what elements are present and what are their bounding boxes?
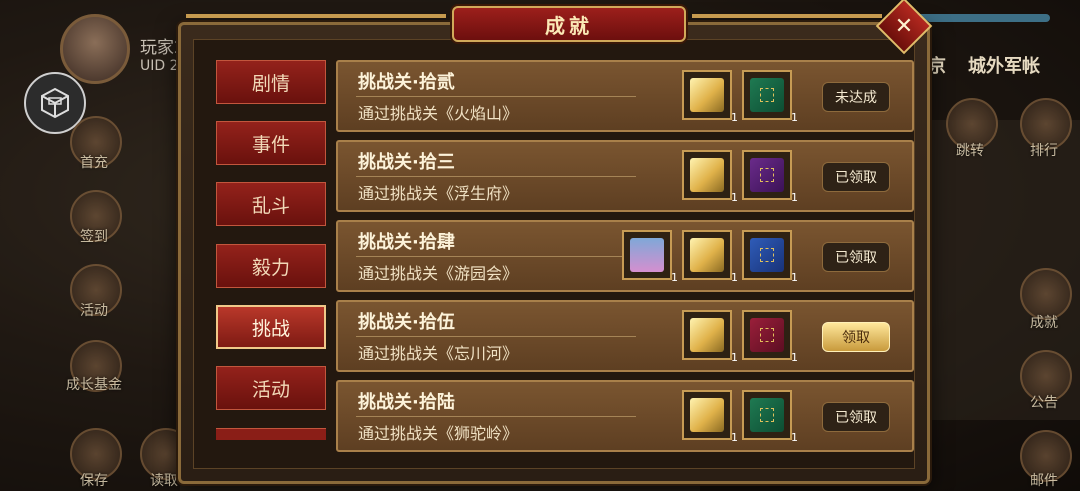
blue-book-icon[interactable]: 1 xyxy=(742,230,798,284)
top-tab-capital[interactable]: 京 xyxy=(928,52,946,78)
achievement-name: 挑战关·拾肆 xyxy=(358,232,455,253)
jump-label: 跳转 xyxy=(956,143,984,159)
reward-image xyxy=(750,238,784,272)
reward-image xyxy=(750,318,784,352)
reward-image xyxy=(630,238,664,272)
book-decoration xyxy=(760,88,774,102)
gold-ticket-icon[interactable]: 1 xyxy=(682,390,738,444)
achievement-name: 挑战关·拾三 xyxy=(358,152,455,173)
activity-label: 活动 xyxy=(80,303,108,319)
sign-in-label: 签到 xyxy=(80,229,108,245)
tab-story[interactable]: 剧情 xyxy=(216,60,326,104)
reward-quantity: 1 xyxy=(791,271,798,284)
reward-image xyxy=(750,78,784,112)
tab-next-partial[interactable] xyxy=(216,428,326,440)
reward-quantity: 1 xyxy=(671,271,678,284)
reward-image xyxy=(690,398,724,432)
reward-quantity: 1 xyxy=(731,191,738,204)
mail-label: 邮件 xyxy=(1030,473,1058,489)
claim-button[interactable]: 领取 xyxy=(822,322,890,352)
load-label: 读取 xyxy=(150,473,178,489)
reward-image xyxy=(750,158,784,192)
gold-ticket-icon[interactable]: 1 xyxy=(682,70,738,124)
reward-quantity: 1 xyxy=(791,111,798,124)
ranking-label: 排行 xyxy=(1030,143,1058,159)
reward-quantity: 1 xyxy=(791,431,798,444)
achievement-row: 挑战关·拾贰通过挑战关《火焰山》 1 1 未达成 xyxy=(336,60,914,132)
reward-quantity: 1 xyxy=(731,271,738,284)
achievement-row: 挑战关·拾三通过挑战关《浮生府》 1 1 已领取 xyxy=(336,140,914,212)
save-label: 保存 xyxy=(80,473,108,489)
growth-fund-label: 成长基金 xyxy=(66,377,122,393)
gold-ticket-icon[interactable]: 1 xyxy=(682,310,738,364)
reward-quantity: 1 xyxy=(791,191,798,204)
gold-ticket-icon[interactable]: 1 xyxy=(682,230,738,284)
player-avatar[interactable] xyxy=(60,14,130,84)
vr-cube-icon xyxy=(41,87,69,119)
achievement-label: 成就 xyxy=(1030,315,1058,331)
reward-quantity: 1 xyxy=(731,111,738,124)
claim-button[interactable]: 已领取 xyxy=(822,162,890,192)
title-ornament-right xyxy=(692,14,882,18)
book-decoration xyxy=(760,408,774,422)
reward-quantity: 1 xyxy=(791,351,798,364)
reward-image xyxy=(690,238,724,272)
tab-challenge[interactable]: 挑战 xyxy=(216,305,326,349)
reward-image xyxy=(750,398,784,432)
close-icon: ✕ xyxy=(894,13,914,39)
tab-event[interactable]: 事件 xyxy=(216,121,326,165)
gold-ticket-icon[interactable]: 1 xyxy=(682,150,738,204)
reward-quantity: 1 xyxy=(731,431,738,444)
green-book-icon[interactable]: 1 xyxy=(742,390,798,444)
row-divider xyxy=(356,96,636,97)
claim-button[interactable]: 已领取 xyxy=(822,402,890,432)
achievement-description: 通过挑战关《游园会》 xyxy=(358,264,519,283)
achievement-row: 挑战关·拾陆通过挑战关《狮驼岭》 1 1 已领取 xyxy=(336,380,914,452)
reward-image xyxy=(690,158,724,192)
achievement-description: 通过挑战关《狮驼岭》 xyxy=(358,424,519,443)
achievement-row: 挑战关·拾肆通过挑战关《游园会》 1 1 1 已领取 xyxy=(336,220,914,292)
achievement-description: 通过挑战关《忘川河》 xyxy=(358,344,519,363)
row-divider xyxy=(356,256,636,257)
first-recharge-label: 首充 xyxy=(80,155,108,171)
achievement-description: 通过挑战关《浮生府》 xyxy=(358,184,519,203)
row-divider xyxy=(356,416,636,417)
title-ornament-left xyxy=(186,14,446,18)
reward-quantity: 1 xyxy=(731,351,738,364)
purple-book-icon[interactable]: 1 xyxy=(742,150,798,204)
tab-brawl[interactable]: 乱斗 xyxy=(216,182,326,226)
tab-activity[interactable]: 活动 xyxy=(216,366,326,410)
green-book-icon[interactable]: 1 xyxy=(742,70,798,124)
dialog-title: 成就 xyxy=(545,13,593,38)
row-divider xyxy=(356,336,636,337)
achievement-description: 通过挑战关《火焰山》 xyxy=(358,104,519,123)
achievement-name: 挑战关·拾伍 xyxy=(358,312,455,333)
dialog-title-plate: 成就 xyxy=(452,6,686,42)
achievement-name: 挑战关·拾贰 xyxy=(358,72,455,93)
red-book-icon[interactable]: 1 xyxy=(742,310,798,364)
book-decoration xyxy=(760,328,774,342)
tab-perseverance[interactable]: 毅力 xyxy=(216,244,326,288)
book-decoration xyxy=(760,248,774,262)
book-decoration xyxy=(760,168,774,182)
hero-portrait-icon[interactable]: 1 xyxy=(622,230,678,284)
achievement-row: 挑战关·拾伍通过挑战关《忘川河》 1 1 领取 xyxy=(336,300,914,372)
reward-image xyxy=(690,78,724,112)
top-tab-camp[interactable]: 城外军帐 xyxy=(968,52,1040,78)
claim-button[interactable]: 已领取 xyxy=(822,242,890,272)
claim-button[interactable]: 未达成 xyxy=(822,82,890,112)
achievement-name: 挑战关·拾陆 xyxy=(358,392,455,413)
reward-image xyxy=(690,318,724,352)
row-divider xyxy=(356,176,636,177)
notice-label: 公告 xyxy=(1030,395,1058,411)
